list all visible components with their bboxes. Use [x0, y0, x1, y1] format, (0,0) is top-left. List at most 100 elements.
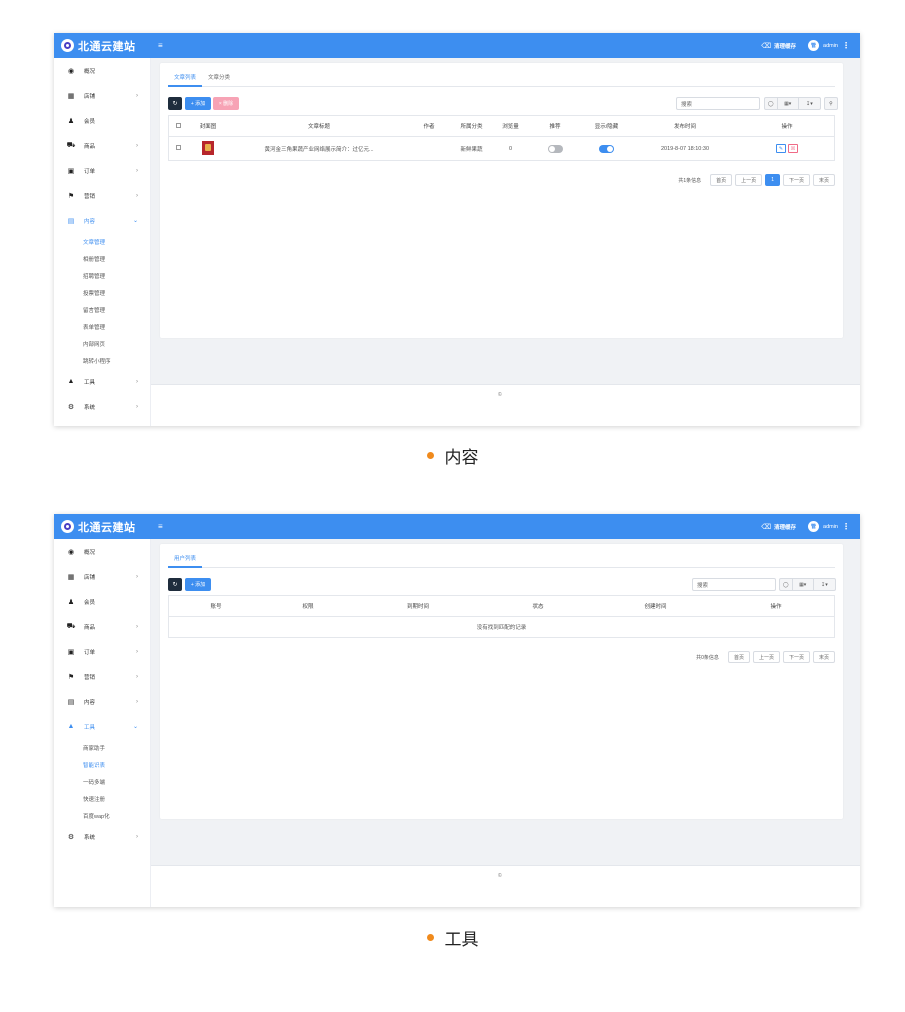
select-all-checkbox[interactable]: [169, 122, 187, 130]
first-page-button[interactable]: 首页: [710, 174, 733, 186]
sidebar-item-orders[interactable]: ▣ 订单 ›: [54, 158, 150, 183]
footer: ©: [151, 384, 860, 426]
sidebar-item-label: 会员: [84, 118, 96, 125]
cube-icon: ▲: [67, 723, 75, 730]
first-page-button[interactable]: 首页: [727, 651, 750, 663]
sidebar-item-products[interactable]: ⛟ 商品 ›: [54, 133, 150, 158]
sidebar-item-tools[interactable]: ▲ 工具 ⌄: [54, 714, 150, 739]
sidebar-item-orders[interactable]: ▣ 订单 ›: [54, 639, 150, 664]
sidebar-subitem-baidu-wap[interactable]: 百度wap化: [54, 807, 150, 824]
sidebar-item-tools[interactable]: ▲ 工具 ›: [54, 369, 150, 394]
sidebar-subitem-albums[interactable]: 相册管理: [54, 250, 150, 267]
refresh-button[interactable]: ↻: [168, 578, 182, 591]
toggle-view-icon[interactable]: ◯: [765, 98, 778, 109]
sidebar-item-products[interactable]: ⛟ 商品 ›: [54, 614, 150, 639]
cover-thumbnail: [187, 140, 229, 157]
sidebar-item-label: 概况: [84, 549, 96, 556]
sidebar-subitem-messages[interactable]: 留言管理: [54, 301, 150, 318]
sidebar-subitem-merchant-assistant[interactable]: 商家助手: [54, 739, 150, 756]
recommend-toggle[interactable]: [527, 144, 583, 153]
column-header: 推荐: [549, 124, 561, 130]
sidebar-item-system[interactable]: ⚙ 系统 ›: [54, 394, 150, 419]
sidebar-subitem-miniprogram-jump[interactable]: 跳转小程序: [54, 352, 150, 369]
sidebar-item-content[interactable]: ▤ 内容 ›: [54, 689, 150, 714]
search-button[interactable]: ⚲: [824, 97, 838, 110]
tab-user-list[interactable]: 用户列表: [168, 551, 203, 568]
table-row[interactable]: 黄河金三角果蔬产业网络展示简介：过亿元... 新鲜果蔬 0 2019-8-07 …: [169, 137, 834, 160]
sidebar-item-store[interactable]: ▦ 店铺 ›: [54, 83, 150, 108]
next-page-button[interactable]: 下一页: [782, 651, 810, 663]
trash-icon[interactable]: ☒: [788, 144, 798, 153]
user-name[interactable]: admin: [823, 524, 838, 530]
add-button[interactable]: + 添加: [185, 97, 211, 110]
sidebar-subitem-quick-register[interactable]: 快速注册: [54, 790, 150, 807]
tab-article-category[interactable]: 文章分类: [202, 70, 236, 87]
hamburger-icon[interactable]: ≡: [158, 41, 163, 50]
toggle-view-icon[interactable]: ◯: [780, 579, 793, 590]
avatar[interactable]: 管: [808, 40, 820, 51]
sidebar-item-members[interactable]: ♟ 会员: [54, 589, 150, 614]
sidebar-item-label: 订单: [84, 168, 96, 175]
sidebar-item-label: 营销: [84, 674, 96, 681]
sidebar-item-system[interactable]: ⚙ 系统 ›: [54, 824, 150, 849]
grid-icon: ▦: [67, 573, 75, 581]
visibility-toggle[interactable]: [583, 144, 630, 153]
page-number-button[interactable]: 1: [765, 174, 780, 186]
logo[interactable]: 北通云建站: [61, 38, 136, 53]
next-page-button[interactable]: 下一页: [782, 174, 810, 186]
sidebar-subitem-votes[interactable]: 投票管理: [54, 284, 150, 301]
search-input[interactable]: 搜索: [676, 97, 760, 110]
tab-article-list[interactable]: 文章列表: [168, 70, 203, 87]
columns-icon[interactable]: ▦▾: [793, 579, 814, 590]
search-input[interactable]: 搜索: [692, 578, 776, 591]
column-header: 所属分类: [460, 124, 483, 130]
tab-bar: 用户列表: [168, 551, 835, 568]
more-vertical-icon[interactable]: ⋮: [842, 41, 850, 50]
sidebar-item-marketing[interactable]: ⚑ 营销 ›: [54, 664, 150, 689]
edit-icon[interactable]: ✎: [776, 144, 786, 153]
refresh-button[interactable]: ↻: [168, 97, 182, 110]
add-button[interactable]: + 添加: [185, 578, 211, 591]
screenshot-content: 北通云建站 ≡ ⌫ 清理缓存 管 admin ⋮ ◉ 概况 ▦ 店铺 › ♟ 会员 ⛟ 商…: [54, 33, 860, 426]
article-title[interactable]: 黄河金三角果蔬产业网络展示简介：过亿元...: [229, 145, 409, 153]
row-checkbox[interactable]: [169, 145, 187, 152]
hamburger-icon[interactable]: ≡: [158, 522, 163, 531]
logo[interactable]: 北通云建站: [61, 519, 136, 534]
export-icon[interactable]: ↧▾: [814, 579, 835, 590]
sidebar-item-label: 店铺: [84, 93, 96, 100]
export-icon[interactable]: ↧▾: [799, 98, 820, 109]
pagination: 共1条信息 首页 上一页 1 下一页 末页: [678, 174, 835, 186]
clean-cache-button[interactable]: 清理缓存: [774, 42, 796, 50]
chevron-right-icon: ›: [136, 573, 138, 580]
column-header: 权限: [302, 604, 314, 610]
more-vertical-icon[interactable]: ⋮: [842, 522, 850, 531]
delete-button[interactable]: × 删除: [213, 97, 239, 110]
pagination: 共0条信息 首页 上一页 下一页 末页: [696, 651, 835, 663]
prev-page-button[interactable]: 上一页: [752, 651, 780, 663]
sidebar-item-store[interactable]: ▦ 店铺 ›: [54, 564, 150, 589]
sidebar-item-content[interactable]: ▤ 内容 ⌄: [54, 208, 150, 233]
sidebar-subitem-multi-platform[interactable]: 一码多端: [54, 773, 150, 790]
cart-icon: ⛟: [66, 142, 76, 149]
toolbar: ↻ + 添加 搜索 ◯ ▦▾ ↧▾: [168, 578, 836, 591]
last-page-button[interactable]: 末页: [812, 651, 835, 663]
sidebar-item-members[interactable]: ♟ 会员: [54, 108, 150, 133]
sidebar-item-overview[interactable]: ◉ 概况: [54, 58, 150, 83]
prev-page-button[interactable]: 上一页: [735, 174, 763, 186]
sidebar-subitem-internal-pages[interactable]: 内部网页: [54, 335, 150, 352]
flag-icon: ⚑: [67, 192, 75, 200]
last-page-button[interactable]: 末页: [812, 174, 835, 186]
sidebar-subitem-articles[interactable]: 文章管理: [54, 233, 150, 250]
clean-cache-button[interactable]: 清理缓存: [774, 523, 796, 531]
sidebar-subitem-forms[interactable]: 表单管理: [54, 318, 150, 335]
sidebar: ◉ 概况 ▦ 店铺 › ♟ 会员 ⛟ 商品 › ▣ 订单 › ⚑ 营销 › ▤ 内容 ⌄ 文章管理 相册…: [54, 58, 151, 426]
sidebar-item-marketing[interactable]: ⚑ 营销 ›: [54, 183, 150, 208]
columns-icon[interactable]: ▦▾: [778, 98, 799, 109]
sidebar-subitem-smart-form[interactable]: 智能识表: [54, 756, 150, 773]
main-area: 文章列表 文章分类 ↻ + 添加 × 删除 搜索 ◯ ▦▾ ↧▾ ⚲ 封面图 文…: [151, 58, 860, 426]
avatar[interactable]: 管: [808, 521, 820, 532]
sidebar: ◉ 概况 ▦ 店铺 › ♟ 会员 ⛟ 商品 › ▣ 订单 › ⚑ 营销 › ▤ 内容 › ▲ 工具 ⌄ 商家…: [54, 539, 151, 907]
sidebar-subitem-recruitment[interactable]: 招聘管理: [54, 267, 150, 284]
user-name[interactable]: admin: [823, 43, 838, 49]
sidebar-item-overview[interactable]: ◉ 概况: [54, 539, 150, 564]
